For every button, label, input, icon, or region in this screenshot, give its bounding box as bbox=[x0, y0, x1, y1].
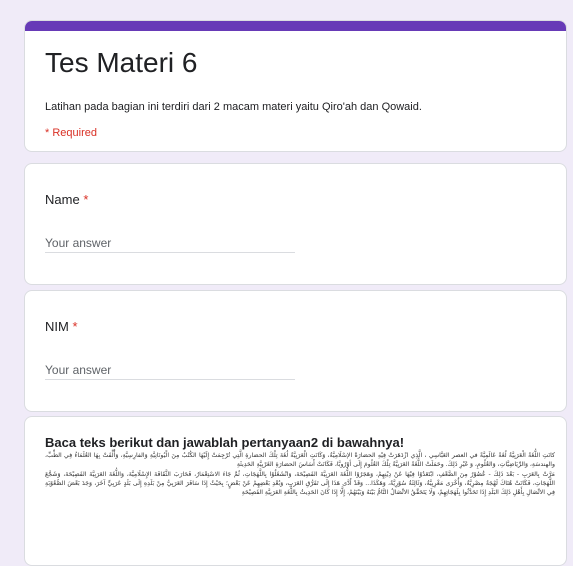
name-input[interactable] bbox=[45, 234, 295, 253]
passage-card: Baca teks berikut dan jawablah pertanyaa… bbox=[24, 416, 567, 566]
nim-input[interactable] bbox=[45, 361, 295, 380]
required-asterisk: * bbox=[83, 192, 89, 207]
question-label: NIM * bbox=[45, 319, 78, 334]
passage-text: كانَتِ اللُّغَةُ الْعَرَبِيَّةُ لُغَةً ع… bbox=[45, 451, 555, 498]
passage-paragraph: كانَتِ اللُّغَةُ الْعَرَبِيَّةُ لُغَةً ع… bbox=[45, 452, 555, 468]
question-card-name: Name * bbox=[24, 163, 567, 285]
question-card-nim: NIM * bbox=[24, 290, 567, 412]
passage-heading: Baca teks berikut dan jawablah pertanyaa… bbox=[45, 435, 405, 450]
question-label-text: Name bbox=[45, 192, 80, 207]
required-asterisk: * bbox=[72, 319, 78, 334]
required-note: * Required bbox=[45, 127, 97, 139]
question-label: Name * bbox=[45, 192, 88, 207]
form-title: Tes Materi 6 bbox=[45, 47, 198, 78]
form-description: Latihan pada bagian ini terdiri dari 2 m… bbox=[45, 101, 422, 113]
form-header-card: Tes Materi 6 Latihan pada bagian ini ter… bbox=[24, 20, 567, 152]
accent-bar bbox=[25, 21, 566, 31]
question-label-text: NIM bbox=[45, 319, 69, 334]
passage-paragraph: مَرَّتْ بِالعَرَبِ - بَعْدَ ذَلِكَ - عُص… bbox=[45, 471, 555, 496]
